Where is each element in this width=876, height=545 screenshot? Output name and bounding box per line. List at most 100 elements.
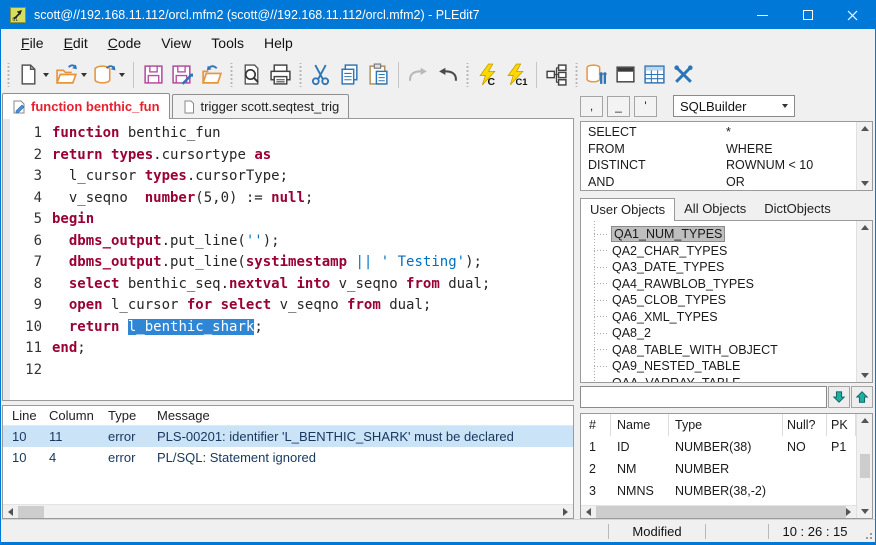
window-layout-button[interactable] <box>611 60 640 90</box>
tree-item-label: QA3_DATE_TYPES <box>612 260 724 274</box>
code-token: ); <box>263 233 280 249</box>
open-file-button[interactable] <box>52 60 90 90</box>
editor-tab-1[interactable]: function benthic_fun <box>2 93 170 119</box>
code-line[interactable]: 8 select benthic_seq.nextval into v_seqn… <box>10 274 573 296</box>
tab-all-objects[interactable]: All Objects <box>675 198 755 220</box>
menu-item-help[interactable]: Help <box>254 31 303 55</box>
code-line[interactable]: 6 dbms_output.put_line(''); <box>10 231 573 253</box>
code-structure-button[interactable] <box>542 60 571 90</box>
vscroll-thumb[interactable] <box>860 454 870 478</box>
columns-row[interactable]: 3NMNSNUMBER(38,-2) <box>581 480 856 502</box>
quick-insert-button-1[interactable]: , <box>580 96 603 117</box>
columns-row[interactable]: 1IDNUMBER(38)NOP1 <box>581 436 856 458</box>
resize-grip[interactable] <box>861 528 873 540</box>
scroll-down-icon[interactable] <box>861 181 869 186</box>
columns-vscrollbar[interactable] <box>856 414 872 518</box>
error-row[interactable]: 104errorPL/SQL: Statement ignored <box>3 447 573 468</box>
tree-vscrollbar[interactable] <box>856 221 872 382</box>
sql-list-vscrollbar[interactable] <box>856 122 872 190</box>
paste-button[interactable] <box>364 60 393 90</box>
code-line[interactable]: 10 return l_benthic_shark; <box>10 317 573 339</box>
open-database-button[interactable] <box>90 60 128 90</box>
menu-item-edit[interactable]: Edit <box>54 31 98 55</box>
columns-row[interactable]: 2NMNUMBER <box>581 458 856 480</box>
scroll-left-icon[interactable] <box>8 508 13 516</box>
sql-keyword-row[interactable]: ANDOR <box>581 174 872 191</box>
copy-button[interactable] <box>335 60 364 90</box>
tab-user-objects[interactable]: User Objects <box>580 198 675 221</box>
error-row[interactable]: 1011errorPLS-00201: identifier 'L_BENTHI… <box>3 426 573 447</box>
menu-item-tools[interactable]: Tools <box>201 31 254 55</box>
print-preview-button[interactable] <box>237 60 266 90</box>
maximize-button[interactable] <box>785 1 830 29</box>
tree-item[interactable]: QA1_NUM_TYPES <box>581 226 856 243</box>
code-line[interactable]: 7 dbms_output.put_line(systimestamp || '… <box>10 252 573 274</box>
search-down-button[interactable] <box>828 386 850 408</box>
paste-icon <box>367 63 390 86</box>
search-up-button[interactable] <box>851 386 873 408</box>
quick-insert-button-3[interactable]: ' <box>634 96 657 117</box>
tree-item[interactable]: QA5_CLOB_TYPES <box>581 292 856 309</box>
sqlbuilder-combobox[interactable]: SQLBuilder <box>673 95 795 117</box>
code-line[interactable]: 1function benthic_fun <box>10 123 573 145</box>
cut-button[interactable] <box>306 60 335 90</box>
scroll-up-icon[interactable] <box>861 225 869 230</box>
code-editor[interactable]: 1function benthic_fun2return types.curso… <box>2 118 574 401</box>
tree-item[interactable]: QA8_2 <box>581 325 856 342</box>
code-line[interactable]: 9 open l_cursor for select v_seqno from … <box>10 295 573 317</box>
save-as-button[interactable] <box>168 60 197 90</box>
menu-item-view[interactable]: View <box>151 31 201 55</box>
code-line[interactable]: 11end; <box>10 338 573 360</box>
code-line[interactable]: 4 v_seqno number(5,0) := null; <box>10 188 573 210</box>
undo-button[interactable] <box>433 60 462 90</box>
code-line[interactable]: 5begin <box>10 209 573 231</box>
db-tools-button[interactable] <box>582 60 611 90</box>
code-line[interactable]: 12 <box>10 360 573 382</box>
menu-item-file[interactable]: File <box>11 31 54 55</box>
tab-dictobjects[interactable]: DictObjects <box>755 198 839 220</box>
title-bar: 01 scott@//192.168.11.112/orcl.mfm2 (sco… <box>1 1 875 29</box>
scroll-down-icon[interactable] <box>861 509 869 514</box>
quick-insert-button-2[interactable]: _ <box>607 96 630 117</box>
error-column-header: Column <box>49 408 108 423</box>
code-line[interactable]: 3 l_cursor types.cursorType; <box>10 166 573 188</box>
editor-tab-2[interactable]: trigger scott.seqtest_trig <box>172 94 350 118</box>
tree-item[interactable]: QA8_TABLE_WITH_OBJECT <box>581 342 856 359</box>
object-search-input[interactable] <box>580 386 827 408</box>
tree-item[interactable]: QA6_XML_TYPES <box>581 309 856 326</box>
revert-file-button[interactable] <box>197 60 226 90</box>
tree-item[interactable]: QA9_NESTED_TABLE <box>581 358 856 375</box>
tree-item[interactable]: QA3_DATE_TYPES <box>581 259 856 276</box>
new-file-button[interactable] <box>14 60 52 90</box>
scroll-left-icon[interactable] <box>586 508 591 516</box>
tree-item[interactable]: QA4_RAWBLOB_TYPES <box>581 276 856 293</box>
minimize-button[interactable] <box>740 1 785 29</box>
hscroll-thumb[interactable] <box>596 506 846 518</box>
compile-button[interactable]: C <box>473 60 502 90</box>
window-layout-icon <box>614 63 637 86</box>
save-button[interactable] <box>139 60 168 90</box>
print-button[interactable] <box>266 60 295 90</box>
tree-item[interactable]: QAA_VARRAY_TABLE <box>581 375 856 384</box>
options-button[interactable] <box>669 60 698 90</box>
error-list-hscrollbar[interactable] <box>3 504 573 518</box>
chevron-down-icon[interactable] <box>81 73 87 77</box>
scroll-right-icon[interactable] <box>563 508 568 516</box>
sql-keyword-row[interactable]: FROMWHERE <box>581 141 872 158</box>
tree-item[interactable]: QA2_CHAR_TYPES <box>581 243 856 260</box>
sql-keyword-row[interactable]: DISTINCTROWNUM < 10 <box>581 157 872 174</box>
scroll-down-icon[interactable] <box>861 373 869 378</box>
code-line[interactable]: 2return types.cursortype as <box>10 145 573 167</box>
menu-item-code[interactable]: Code <box>98 31 151 55</box>
sql-keyword-row[interactable]: SELECT* <box>581 124 872 141</box>
columns-hscrollbar[interactable] <box>581 505 856 518</box>
chevron-down-icon[interactable] <box>119 73 125 77</box>
scroll-right-icon[interactable] <box>846 508 851 516</box>
scroll-up-icon[interactable] <box>861 418 869 423</box>
chevron-down-icon[interactable] <box>43 73 49 77</box>
scroll-up-icon[interactable] <box>861 126 869 131</box>
hscroll-thumb[interactable] <box>18 506 44 518</box>
close-button[interactable] <box>830 1 875 29</box>
compile-with-debug-button[interactable]: C1 <box>502 60 531 90</box>
data-grid-button[interactable] <box>640 60 669 90</box>
